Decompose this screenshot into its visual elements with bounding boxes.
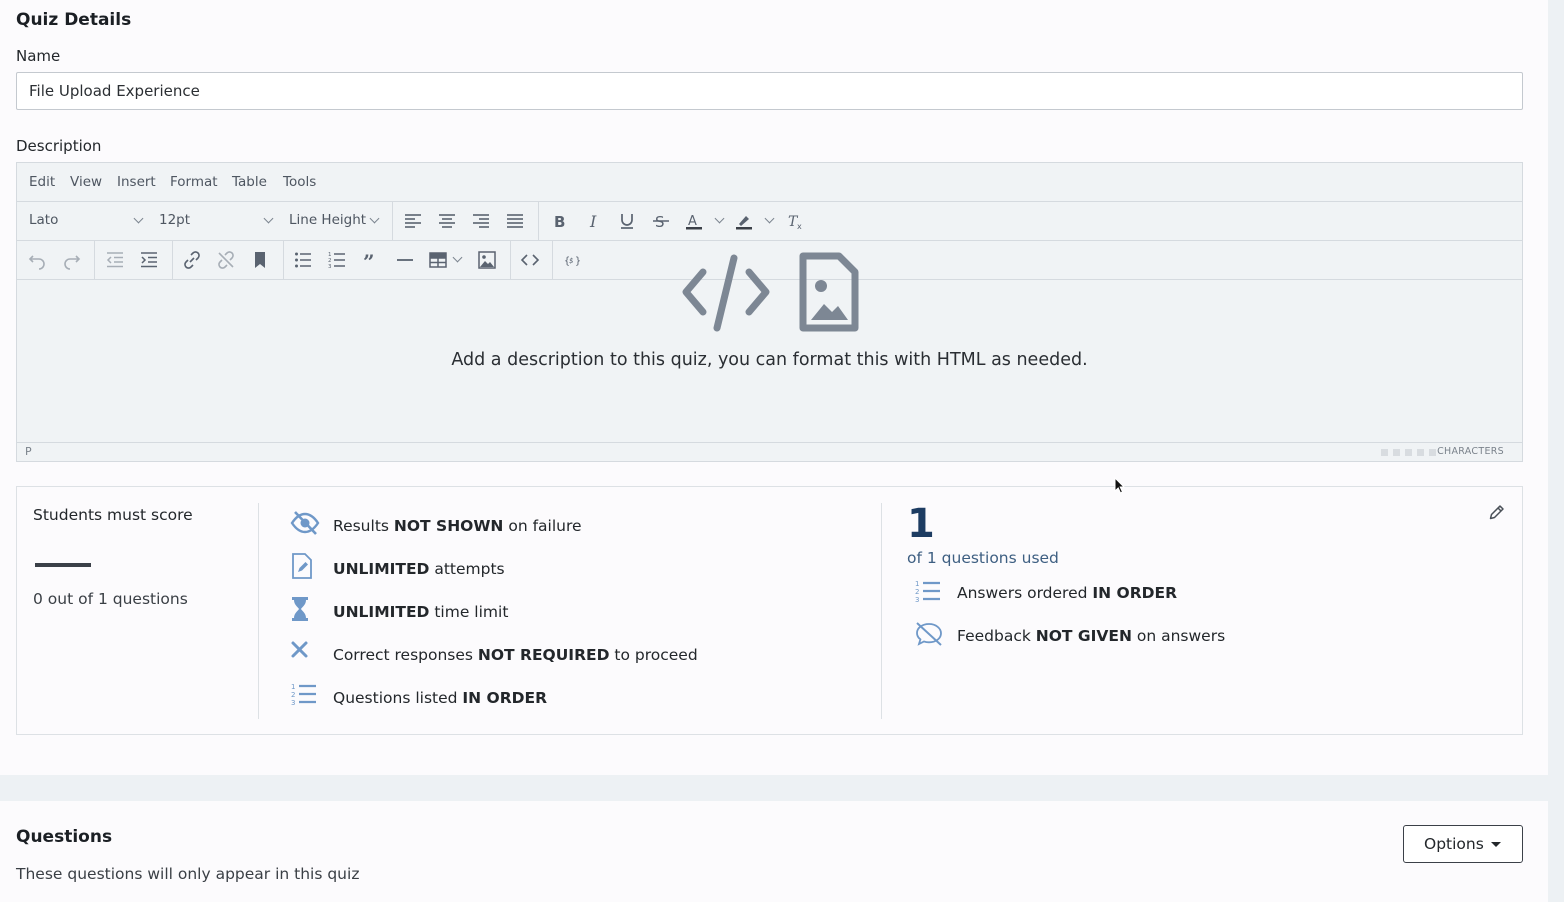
comment-slash-icon <box>914 621 944 647</box>
blockquote-icon[interactable]: ” <box>361 250 381 270</box>
score-placeholder-dash <box>35 563 91 567</box>
outdent-icon[interactable] <box>105 250 125 270</box>
unlink-icon[interactable] <box>216 250 236 270</box>
svg-text:”: ” <box>363 250 375 270</box>
editor-content-area[interactable]: Add a description to this quiz, you can … <box>17 252 1522 444</box>
text-color-icon[interactable]: A <box>684 211 704 231</box>
element-path[interactable]: P <box>25 445 32 458</box>
redo-icon[interactable] <box>62 250 82 270</box>
font-family-select[interactable]: Lato <box>29 212 58 228</box>
quiz-settings-summary: Students must score 0 out of 1 questions… <box>16 486 1523 735</box>
strikethrough-icon[interactable]: S <box>651 211 671 231</box>
editor-placeholder: Add a description to this quiz, you can … <box>451 350 1088 370</box>
question-order-setting: Questions listed IN ORDER <box>333 689 548 707</box>
svg-text:A: A <box>688 214 697 229</box>
eye-slash-icon <box>290 510 320 536</box>
align-center-icon[interactable] <box>437 211 457 231</box>
svg-text:1: 1 <box>291 683 295 691</box>
chevron-down-icon <box>263 213 274 224</box>
code-icon <box>682 254 770 332</box>
quiz-details-title: Quiz Details <box>16 10 132 30</box>
italic-icon[interactable]: I <box>583 211 603 231</box>
name-label: Name <box>16 47 61 65</box>
time-limit-setting: UNLIMITED time limit <box>333 603 509 621</box>
undo-icon[interactable] <box>27 250 47 270</box>
bookmark-icon[interactable] <box>250 250 270 270</box>
svg-text:I: I <box>589 212 597 231</box>
menu-insert[interactable]: Insert <box>117 174 156 190</box>
editor-statusbar: P CHARACTERS <box>17 442 1522 461</box>
equation-icon[interactable]: {$} <box>563 250 583 270</box>
character-count[interactable]: CHARACTERS <box>1437 446 1504 457</box>
attempts-setting: UNLIMITED attempts <box>333 560 505 578</box>
editor-menubar: Edit View Insert Format Table Tools <box>17 163 1522 202</box>
horizontal-rule-icon[interactable] <box>395 250 415 270</box>
x-mark-icon <box>290 639 320 665</box>
svg-text:2: 2 <box>915 588 919 596</box>
svg-text:}: } <box>575 256 581 267</box>
description-editor: Edit View Insert Format Table Tools Lato… <box>16 162 1523 462</box>
line-height-select[interactable]: Line Height <box>289 212 366 228</box>
chevron-down-icon <box>133 213 144 224</box>
questions-subtitle: These questions will only appear in this… <box>16 865 360 883</box>
clear-formatting-icon[interactable]: Tx <box>785 211 805 231</box>
chevron-down-icon[interactable] <box>714 213 725 224</box>
description-label: Description <box>16 137 102 155</box>
feedback-setting: Feedback NOT GIVEN on answers <box>957 627 1226 645</box>
svg-text:1: 1 <box>915 580 919 588</box>
questions-used-count: 1 <box>907 501 935 547</box>
options-dropdown-button[interactable]: Options <box>1403 825 1523 863</box>
correct-responses-setting: Correct responses NOT REQUIRED to procee… <box>333 646 698 664</box>
svg-text:$: $ <box>569 257 573 265</box>
svg-text:B: B <box>554 213 565 231</box>
highlight-color-icon[interactable] <box>734 211 754 231</box>
score-text: 0 out of 1 questions <box>33 590 188 608</box>
align-right-icon[interactable] <box>471 211 491 231</box>
indent-icon[interactable] <box>139 250 159 270</box>
svg-text:3: 3 <box>915 596 919 604</box>
hourglass-icon <box>290 596 320 622</box>
align-left-icon[interactable] <box>403 211 423 231</box>
menu-tools[interactable]: Tools <box>283 174 316 190</box>
table-icon[interactable] <box>428 250 448 270</box>
results-setting: Results NOT SHOWN on failure <box>333 517 582 535</box>
link-icon[interactable] <box>182 250 202 270</box>
chevron-down-icon[interactable] <box>764 213 775 224</box>
caret-down-icon <box>1491 842 1501 847</box>
bold-icon[interactable]: B <box>549 211 569 231</box>
mouse-cursor-icon <box>1114 477 1126 494</box>
questions-title: Questions <box>16 827 113 847</box>
svg-text:x: x <box>797 222 802 231</box>
must-score-label: Students must score <box>33 506 193 524</box>
chevron-down-icon <box>369 213 380 224</box>
font-size-select[interactable]: 12pt <box>159 212 190 228</box>
menu-edit[interactable]: Edit <box>29 174 55 190</box>
underline-icon[interactable] <box>617 211 637 231</box>
svg-text:S: S <box>655 213 665 231</box>
edit-pencil-icon[interactable] <box>1488 503 1506 521</box>
menu-table[interactable]: Table <box>232 174 267 190</box>
image-file-icon <box>799 252 859 332</box>
svg-text:3: 3 <box>291 699 295 707</box>
source-code-icon[interactable] <box>520 250 540 270</box>
ordered-list-icon: 123 <box>914 579 944 605</box>
menu-format[interactable]: Format <box>170 174 218 190</box>
questions-used-text: of 1 questions used <box>907 549 1059 567</box>
svg-text:2: 2 <box>291 691 295 699</box>
options-label: Options <box>1424 835 1484 853</box>
answer-order-setting: Answers ordered IN ORDER <box>957 584 1178 602</box>
word-count-indicator <box>1376 449 1436 456</box>
questions-card <box>0 801 1548 902</box>
menu-view[interactable]: View <box>70 174 102 190</box>
image-icon[interactable] <box>477 250 497 270</box>
svg-text:3: 3 <box>328 264 332 270</box>
document-pencil-icon <box>290 553 320 579</box>
numbered-list-icon[interactable]: 123 <box>327 250 347 270</box>
editor-toolbar-format: Lato 12pt Line Height B I S A Tx <box>17 202 1522 241</box>
bullet-list-icon[interactable] <box>293 250 313 270</box>
quiz-name-input[interactable] <box>16 72 1523 110</box>
ordered-list-icon: 123 <box>290 682 320 708</box>
align-justify-icon[interactable] <box>505 211 525 231</box>
chevron-down-icon[interactable] <box>452 252 463 263</box>
